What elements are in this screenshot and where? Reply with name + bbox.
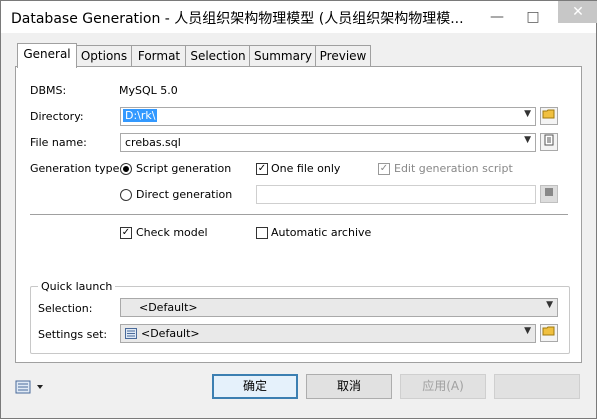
dbms-label: DBMS:: [30, 84, 67, 97]
quick-launch-title: Quick launch: [38, 280, 116, 293]
chevron-down-icon: ▼: [524, 109, 531, 119]
chevron-down-icon: ▼: [524, 326, 531, 336]
script-generation-radio[interactable]: [120, 163, 132, 175]
directory-combo[interactable]: D:\rk\ ▼: [120, 107, 536, 126]
settings-set-value: <Default>: [141, 327, 200, 340]
tab-options[interactable]: Options: [75, 45, 133, 66]
edit-generation-script-checkbox[interactable]: ✓: [378, 163, 390, 175]
dbms-value: MySQL 5.0: [119, 84, 178, 97]
close-button[interactable]: ✕: [558, 1, 597, 23]
direct-generation-radio[interactable]: [120, 189, 132, 201]
filename-combo[interactable]: crebas.sql ▼: [120, 133, 536, 152]
tab-general[interactable]: General: [17, 43, 77, 68]
chevron-down-icon: ▼: [524, 135, 531, 145]
selection-value: <Default>: [139, 301, 198, 314]
properties-icon[interactable]: [540, 133, 558, 151]
apply-button[interactable]: 应用(A): [400, 374, 486, 399]
selection-combo[interactable]: <Default> ▼: [120, 298, 558, 317]
directory-label: Directory:: [30, 110, 84, 123]
tab-preview[interactable]: Preview: [315, 45, 371, 66]
cancel-button[interactable]: 取消: [306, 374, 392, 399]
script-generation-label: Script generation: [136, 162, 232, 175]
minimize-button[interactable]: —: [484, 7, 510, 27]
folder-icon[interactable]: [540, 324, 558, 342]
help-button[interactable]: [494, 374, 580, 399]
tab-summary[interactable]: Summary: [249, 45, 317, 66]
folder-icon[interactable]: [540, 107, 558, 125]
one-file-only-label: One file only: [271, 162, 341, 175]
tools-menu-icon[interactable]: [15, 379, 45, 398]
title-bar: Database Generation - 人员组织架构物理模型 (人员组织架构…: [1, 1, 596, 33]
generation-type-label: Generation type:: [30, 162, 124, 175]
settings-set-label: Settings set:: [38, 328, 108, 341]
filename-value: crebas.sql: [125, 136, 181, 149]
maximize-button[interactable]: □: [520, 7, 546, 27]
automatic-archive-label: Automatic archive: [271, 226, 372, 239]
quick-launch-group: [30, 286, 570, 354]
datasource-field[interactable]: [256, 185, 536, 204]
settings-set-combo[interactable]: <Default> ▼: [120, 324, 536, 343]
check-model-checkbox[interactable]: ✓: [120, 227, 132, 239]
check-model-label: Check model: [136, 226, 208, 239]
one-file-only-checkbox[interactable]: ✓: [256, 163, 268, 175]
chevron-down-icon: ▼: [546, 300, 553, 310]
separator: [30, 214, 568, 215]
database-generation-dialog: Database Generation - 人员组织架构物理模型 (人员组织架构…: [0, 0, 597, 419]
edit-generation-script-label: Edit generation script: [394, 162, 513, 175]
tab-format[interactable]: Format: [131, 45, 187, 66]
datasource-icon[interactable]: [540, 185, 558, 203]
direct-generation-label: Direct generation: [136, 188, 233, 201]
automatic-archive-checkbox[interactable]: [256, 227, 268, 239]
general-tab-panel: DBMS: MySQL 5.0 Directory: D:\rk\ ▼ File…: [15, 66, 582, 363]
tab-selection[interactable]: Selection: [185, 45, 251, 66]
ok-button[interactable]: 确定: [212, 374, 298, 399]
filename-label: File name:: [30, 136, 87, 149]
settings-icon: [125, 328, 137, 342]
selection-label: Selection:: [38, 302, 93, 315]
window-title: Database Generation - 人员组织架构物理模型 (人员组织架构…: [11, 11, 464, 27]
directory-value: D:\rk\: [123, 109, 158, 122]
